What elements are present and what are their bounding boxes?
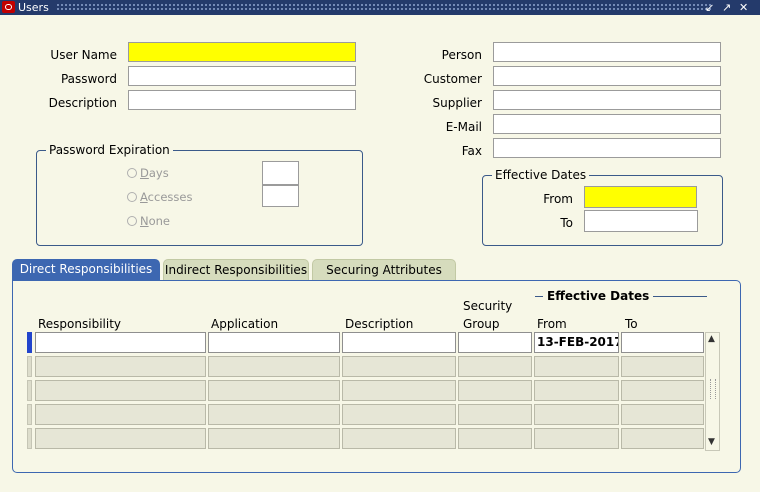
radio-circle-icon (127, 168, 137, 178)
window-titlebar: Users ↙ ↗ ✕ (0, 0, 760, 15)
customer-label: Customer (423, 72, 482, 86)
password-expiration-group: Password Expiration (36, 143, 363, 246)
fax-label: Fax (461, 144, 482, 158)
grid-cell-security-group[interactable] (458, 332, 532, 353)
grid-cell-application[interactable] (208, 428, 340, 449)
description-label: Description (48, 96, 117, 110)
oracle-logo-icon (2, 1, 15, 13)
effective-dates-header: Effective Dates (543, 289, 654, 303)
days-field[interactable] (262, 161, 299, 185)
grid-cell-to[interactable] (621, 356, 704, 377)
grid-cell-security-group[interactable] (458, 380, 532, 401)
grid-cell-application[interactable] (208, 356, 340, 377)
responsibility-header: Responsibility (38, 317, 122, 331)
none-radio[interactable]: None (127, 214, 170, 228)
grid-cell-responsibility[interactable] (35, 380, 206, 401)
grid-cell-to[interactable] (621, 380, 704, 401)
user-name-label: User Name (50, 48, 117, 62)
grid-cell-from[interactable] (534, 380, 619, 401)
row-selector[interactable] (27, 404, 32, 425)
grid-cell-responsibility[interactable] (35, 428, 206, 449)
radio-circle-icon (127, 192, 137, 202)
password-expiration-title: Password Expiration (46, 143, 173, 157)
accesses-radio[interactable]: Accesses (127, 190, 192, 204)
to-header: To (625, 317, 638, 331)
grid-cell-responsibility[interactable] (35, 332, 206, 353)
to-date-field[interactable] (584, 210, 698, 232)
person-label: Person (441, 48, 482, 62)
tab-securing-attributes[interactable]: Securing Attributes (312, 259, 456, 280)
grid-cell-from[interactable] (534, 404, 619, 425)
grid-cell-security-group[interactable] (458, 404, 532, 425)
titlebar-pattern (56, 3, 712, 12)
grid-cell-responsibility[interactable] (35, 356, 206, 377)
row-selector[interactable] (27, 356, 32, 377)
days-radio[interactable]: Days (127, 166, 169, 180)
supplier-field[interactable] (493, 90, 721, 110)
application-header: Application (211, 317, 279, 331)
grid-cell-from[interactable] (534, 428, 619, 449)
grid-cell-application[interactable] (208, 404, 340, 425)
grid-cell-description[interactable] (342, 356, 456, 377)
grid-cell-responsibility[interactable] (35, 404, 206, 425)
grid-cell-description[interactable] (342, 380, 456, 401)
scroll-thumb-grip-icon[interactable] (710, 379, 716, 399)
to-date-label: To (560, 216, 573, 230)
description-field[interactable] (128, 90, 356, 110)
radio-circle-icon (127, 216, 137, 226)
grid-cell-application[interactable] (208, 332, 340, 353)
accesses-field[interactable] (262, 185, 299, 207)
row-selector[interactable] (27, 380, 32, 401)
grid-cell-security-group[interactable] (458, 356, 532, 377)
grid-cell-description[interactable] (342, 332, 456, 353)
grid-cell-to[interactable] (621, 332, 704, 353)
grid-cell-description[interactable] (342, 428, 456, 449)
grid-cell-application[interactable] (208, 380, 340, 401)
scroll-up-icon[interactable]: ▲ (708, 334, 715, 344)
effective-dates-title: Effective Dates (492, 168, 590, 182)
row-selector[interactable] (27, 332, 32, 353)
supplier-label: Supplier (432, 96, 482, 110)
password-field[interactable] (128, 66, 356, 86)
security-header-line1: Security (463, 299, 513, 313)
grid-cell-to[interactable] (621, 404, 704, 425)
tab-indirect-responsibilities[interactable]: Indirect Responsibilities (163, 259, 309, 280)
grid-cell-from[interactable] (534, 356, 619, 377)
from-date-label: From (543, 192, 573, 206)
description-header: Description (345, 317, 414, 331)
grid-cell-description[interactable] (342, 404, 456, 425)
close-icon[interactable]: ✕ (739, 0, 748, 15)
maximize-icon[interactable]: ↗ (722, 0, 731, 15)
grid-cell-security-group[interactable] (458, 428, 532, 449)
window-title: Users (18, 1, 49, 14)
grid-cell-from[interactable]: 13-FEB-2017 (534, 332, 619, 353)
row-selector[interactable] (27, 428, 32, 449)
customer-field[interactable] (493, 66, 721, 86)
from-date-field[interactable] (584, 186, 697, 208)
email-field[interactable] (493, 114, 721, 134)
grid-scrollbar[interactable]: ▲ ▼ (705, 332, 720, 451)
fax-field[interactable] (493, 138, 721, 158)
minimize-icon[interactable]: ↙ (705, 0, 714, 15)
user-name-field[interactable] (128, 42, 356, 62)
email-label: E-Mail (445, 120, 482, 134)
person-field[interactable] (493, 42, 721, 62)
password-label: Password (60, 72, 117, 86)
from-header: From (537, 317, 567, 331)
scroll-down-icon[interactable]: ▼ (708, 437, 715, 447)
security-header-line2: Group (463, 317, 500, 331)
tab-direct-responsibilities[interactable]: Direct Responsibilities (12, 259, 160, 280)
grid-cell-to[interactable] (621, 428, 704, 449)
